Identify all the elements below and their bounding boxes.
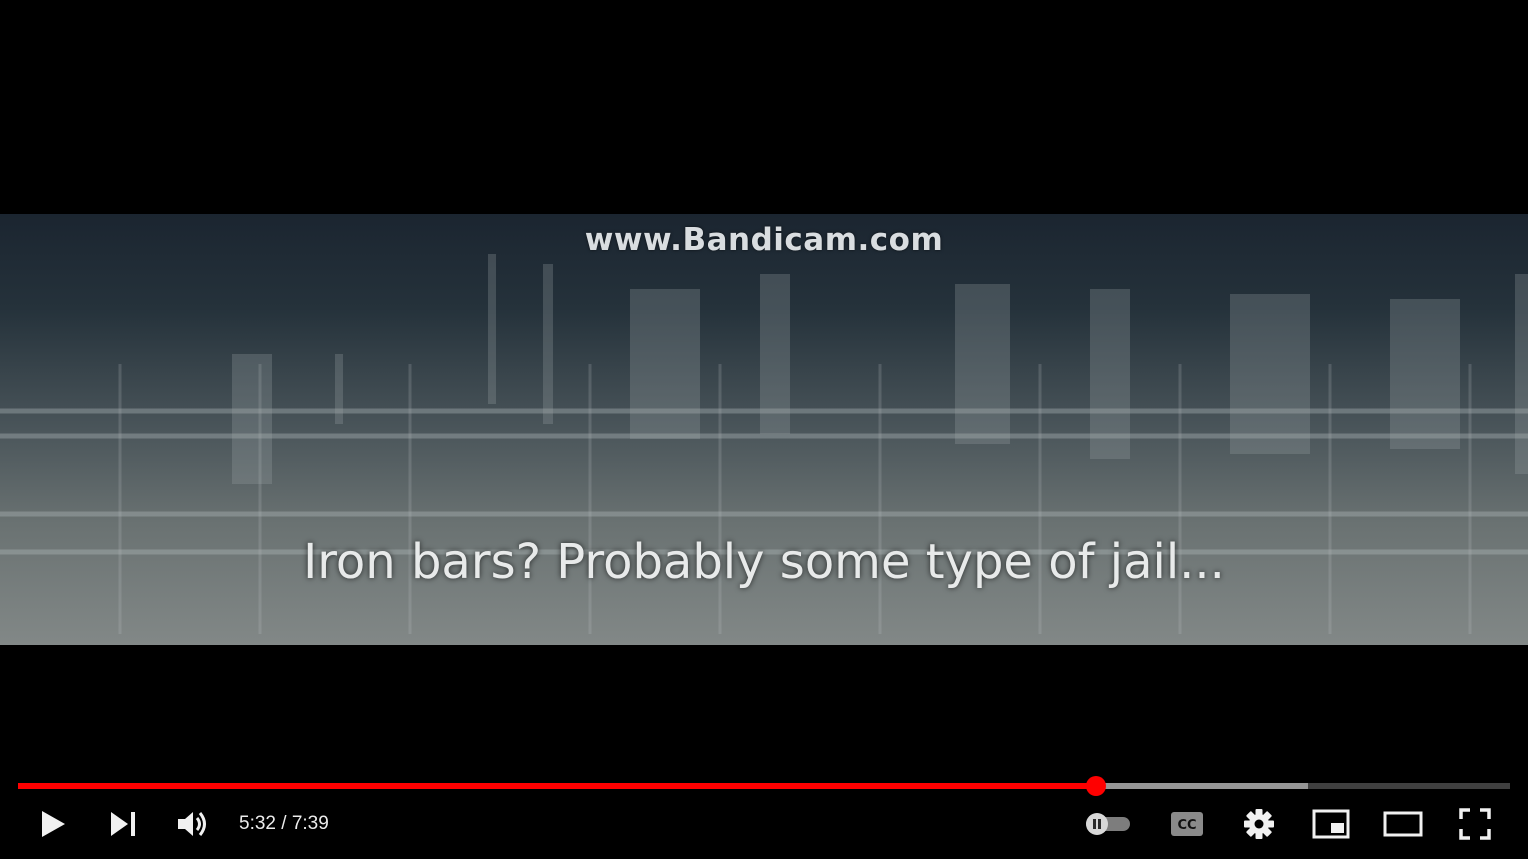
autoplay-toggle-icon [1084,812,1132,836]
next-button[interactable] [99,800,147,848]
captions-button[interactable]: CC [1163,800,1211,848]
miniplayer-icon [1312,809,1350,839]
fullscreen-button[interactable] [1451,800,1499,848]
time-separator: / [275,813,292,834]
video-player[interactable]: www.Bandicam.com Iron bars? Probably som… [0,0,1528,859]
next-icon [109,811,137,837]
progress-played [18,783,1097,789]
autoplay-toggle[interactable] [1084,800,1132,848]
miniplayer-button[interactable] [1307,800,1355,848]
cc-icon: CC [1170,811,1204,837]
settings-button[interactable] [1235,800,1283,848]
progress-scrubber[interactable] [1086,776,1107,796]
svg-text:CC: CC [1177,818,1196,833]
fullscreen-icon [1459,808,1491,840]
mute-button[interactable] [169,800,217,848]
play-button[interactable] [29,800,77,848]
theater-mode-button[interactable] [1379,800,1427,848]
video-frame[interactable]: www.Bandicam.com Iron bars? Probably som… [0,214,1528,645]
gear-icon [1243,808,1275,840]
volume-icon [177,809,209,839]
time-display: 5:32 / 7:39 [239,800,329,848]
player-controls: 5:32 / 7:39 CC [0,800,1528,848]
current-time: 5:32 [239,813,276,834]
duration: 7:39 [291,813,329,834]
play-icon [40,810,66,838]
progress-bar[interactable] [18,776,1510,796]
theater-mode-icon [1383,811,1423,837]
video-caption: Iron bars? Probably some type of jail... [303,534,1225,590]
video-watermark: www.Bandicam.com [584,222,944,258]
